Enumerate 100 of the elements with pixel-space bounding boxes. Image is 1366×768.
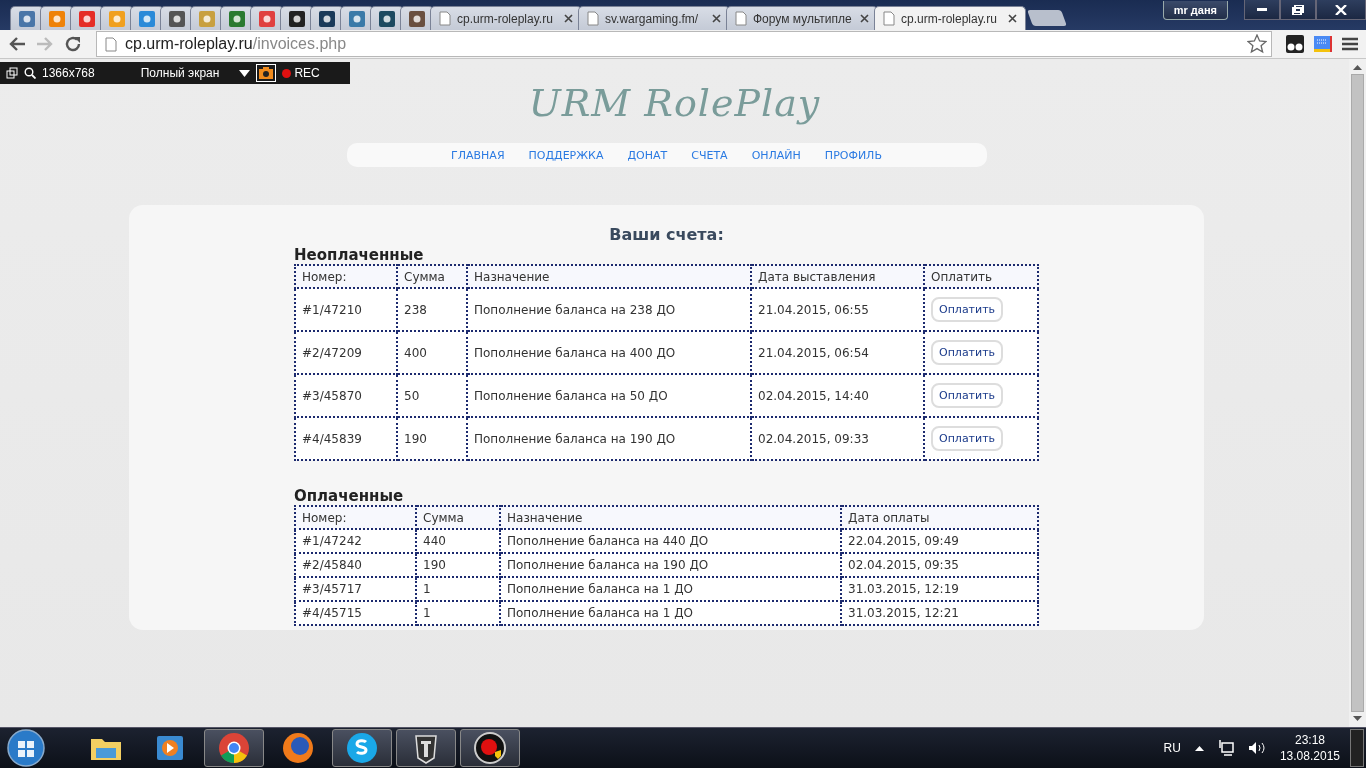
table-cell: 1 <box>416 577 500 601</box>
record-icon <box>282 68 292 78</box>
new-tab-button[interactable] <box>1027 10 1067 26</box>
profile-button[interactable]: mr даня <box>1162 1 1228 20</box>
scrollbar[interactable] <box>1349 59 1366 727</box>
page-icon <box>439 11 451 26</box>
column-header: Номер: <box>295 265 397 288</box>
table-cell: 50 <box>397 374 467 417</box>
taskbar-button[interactable] <box>204 729 264 767</box>
table-cell: #4/45715 <box>295 601 416 625</box>
table-cell: #1/47242 <box>295 529 416 553</box>
table-cell: Пополнение баланса на 190 ДО <box>467 417 751 460</box>
table-cell: #2/47209 <box>295 331 397 374</box>
dropdown-icon[interactable] <box>239 69 251 77</box>
page-icon <box>587 11 599 26</box>
close-icon[interactable] <box>564 14 573 23</box>
url-host: cp.urm-roleplay.ru <box>125 35 253 52</box>
taskbar-button[interactable] <box>396 729 456 767</box>
page-icon <box>735 11 747 26</box>
page-icon <box>883 11 895 26</box>
nav-link[interactable]: ПРОФИЛЬ <box>824 148 882 162</box>
table-cell: 21.04.2015, 06:55 <box>751 288 924 331</box>
nav-link[interactable]: ПОДДЕРЖКА <box>528 148 604 162</box>
maximize-button[interactable] <box>1280 0 1316 20</box>
language-indicator[interactable]: RU <box>1163 741 1181 755</box>
close-icon[interactable] <box>712 14 721 23</box>
table-cell: #1/47210 <box>295 288 397 331</box>
minimize-icon <box>1257 8 1267 11</box>
table-cell: Пополнение баланса на 238 ДО <box>467 288 751 331</box>
browser-icon <box>216 730 252 766</box>
column-header: Дата оплаты <box>841 506 1038 529</box>
camera-icon[interactable] <box>256 64 277 82</box>
browser-icon <box>280 730 316 766</box>
table-cell: 02.04.2015, 14:40 <box>751 374 924 417</box>
column-header: Оплатить <box>924 265 1038 288</box>
restore-icon <box>1292 4 1304 15</box>
tab-title: sv.wargaming.fm/ <box>605 11 700 26</box>
show-desktop-button[interactable] <box>1350 729 1364 767</box>
menu-icon[interactable] <box>1342 37 1358 51</box>
pay-button[interactable]: Оплатить <box>931 383 1004 408</box>
column-header: Назначение <box>500 506 841 529</box>
windows-icon[interactable] <box>6 67 18 79</box>
scroll-down-icon[interactable] <box>1353 716 1362 721</box>
page-heading: Ваши счета: <box>609 225 724 244</box>
table-cell: Пополнение баланса на 400 ДО <box>467 331 751 374</box>
scroll-thumb[interactable] <box>1351 74 1364 712</box>
column-header: Дата выставления <box>751 265 924 288</box>
mode-label[interactable]: Полный экран <box>140 66 220 80</box>
table-cell: 22.04.2015, 09:49 <box>841 529 1038 553</box>
start-icon[interactable] <box>6 728 46 768</box>
star-icon[interactable] <box>1247 34 1267 54</box>
table-cell: 21.04.2015, 06:54 <box>751 331 924 374</box>
table-cell: #3/45870 <box>295 374 397 417</box>
back-icon[interactable] <box>8 36 26 52</box>
column-header: Назначение <box>467 265 751 288</box>
nav-link[interactable]: СЧЕТА <box>691 148 728 162</box>
search-icon[interactable] <box>24 67 36 79</box>
taskbar-button[interactable] <box>332 729 392 767</box>
table-cell: 31.03.2015, 12:19 <box>841 577 1038 601</box>
extension-icon[interactable] <box>1286 35 1304 53</box>
table-cell: 400 <box>397 331 467 374</box>
taskbar-button[interactable] <box>460 729 520 767</box>
table-cell: #2/45840 <box>295 553 416 577</box>
table-cell: Пополнение баланса на 190 ДО <box>500 553 841 577</box>
table-cell: #3/45717 <box>295 577 416 601</box>
table-cell: 190 <box>397 417 467 460</box>
network-icon[interactable] <box>1217 740 1234 756</box>
browser-tab[interactable]: cp.urm-roleplay.ru <box>874 6 1026 30</box>
scroll-up-icon[interactable] <box>1353 65 1362 70</box>
chat-icon <box>344 730 380 766</box>
reload-icon[interactable] <box>64 35 82 53</box>
section-title: Неоплаченные <box>294 246 425 264</box>
close-icon <box>1335 4 1347 15</box>
nav-link[interactable]: ГЛАВНАЯ <box>451 148 505 162</box>
volume-icon[interactable] <box>1247 741 1266 755</box>
table-cell: 31.03.2015, 12:21 <box>841 601 1038 625</box>
column-header: Сумма <box>397 265 467 288</box>
pay-button[interactable]: Оплатить <box>931 340 1004 365</box>
column-header: Сумма <box>416 506 500 529</box>
pay-button[interactable]: Оплатить <box>931 426 1004 451</box>
clock[interactable]: 23:18 13.08.2015 <box>1279 732 1340 764</box>
pay-button[interactable]: Оплатить <box>931 297 1004 322</box>
close-icon[interactable] <box>860 14 869 23</box>
table-cell: Пополнение баланса на 1 ДО <box>500 577 841 601</box>
tray-arrow-icon[interactable] <box>1194 745 1204 751</box>
close-icon[interactable] <box>1008 14 1017 23</box>
nav-link[interactable]: ОНЛАЙН <box>751 148 801 162</box>
record-icon <box>472 730 508 766</box>
table-cell: #4/45839 <box>295 417 397 460</box>
record-button[interactable]: REC <box>282 66 320 80</box>
minimize-button[interactable] <box>1244 0 1280 20</box>
url-path: /invoices.php <box>252 35 347 52</box>
table-cell: 02.04.2015, 09:35 <box>841 553 1038 577</box>
nav-link[interactable]: ДОНАТ <box>627 148 668 162</box>
keyboard-icon[interactable] <box>1314 35 1332 53</box>
table-cell: 02.04.2015, 09:33 <box>751 417 924 460</box>
resolution-label: 1366x768 <box>42 66 95 80</box>
table-cell: 238 <box>397 288 467 331</box>
close-button[interactable] <box>1316 0 1366 20</box>
address-field[interactable]: cp.urm-roleplay.ru/invoices.php <box>96 31 1272 57</box>
